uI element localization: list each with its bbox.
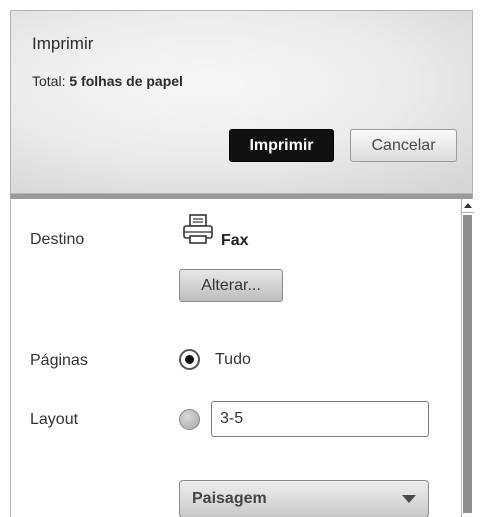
arrow-up-icon xyxy=(464,203,472,208)
print-settings-panel: Destino Fax Alterar... Páginas Tudo Layo… xyxy=(10,194,474,517)
total-summary: Total: 5 folhas de papel xyxy=(32,73,183,89)
total-value: 5 folhas de papel xyxy=(69,73,183,89)
scroll-up-button[interactable] xyxy=(462,199,474,213)
destination-label: Destino xyxy=(30,231,85,248)
cancel-button[interactable]: Cancelar xyxy=(350,129,457,162)
dialog-title: Imprimir xyxy=(32,34,94,53)
print-button[interactable]: Imprimir xyxy=(229,129,334,162)
change-destination-button[interactable]: Alterar... xyxy=(179,269,283,302)
pages-label: Páginas xyxy=(30,352,88,369)
vertical-scrollbar[interactable] xyxy=(461,199,474,517)
layout-label: Layout xyxy=(30,411,79,428)
total-label: Total: xyxy=(32,73,66,89)
layout-select[interactable]: Paisagem xyxy=(179,480,429,517)
print-dialog: Imprimir Total: 5 folhas de papel Imprim… xyxy=(0,0,483,517)
printer-icon xyxy=(183,214,213,244)
chevron-down-icon xyxy=(402,495,416,503)
destination-value: Fax xyxy=(221,232,249,249)
print-header: Imprimir Total: 5 folhas de papel Imprim… xyxy=(10,10,473,194)
pages-range-input[interactable] xyxy=(211,401,429,437)
scroll-thumb[interactable] xyxy=(463,215,472,513)
pages-all-label: Tudo xyxy=(215,351,251,368)
pages-range-radio[interactable] xyxy=(179,409,200,430)
layout-select-value: Paisagem xyxy=(192,490,267,507)
pages-all-radio[interactable] xyxy=(179,349,200,370)
